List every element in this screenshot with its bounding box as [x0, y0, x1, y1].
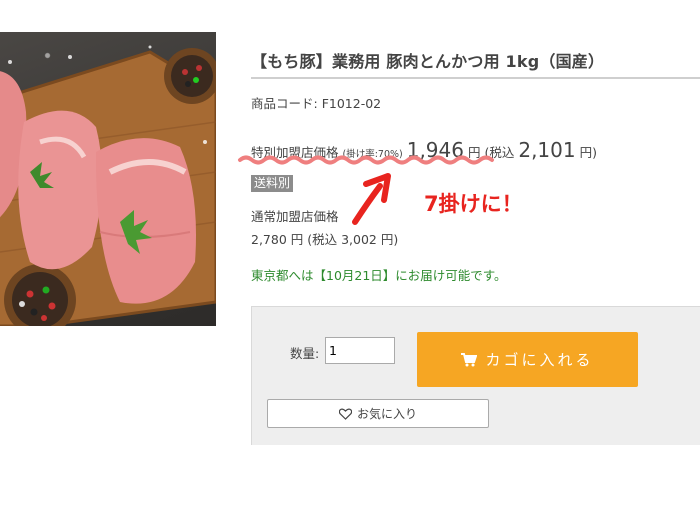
title-divider — [251, 77, 700, 79]
product-title: 【もち豚】業務用 豚肉とんかつ用 1kg（国産） — [251, 52, 605, 71]
special-price-tax-value: 2,101 — [518, 138, 576, 162]
special-price-value: 1,946 — [406, 138, 464, 162]
special-price-row: 特別加盟店価格 (掛け率:70%) 1,946 円 (税込 2,101 円) — [251, 138, 597, 162]
product-code-label: 商品コード: — [251, 96, 322, 111]
cart-icon — [461, 352, 478, 366]
product-code-value: F1012-02 — [321, 96, 382, 111]
wholesale-rate: (掛け率:70%) — [342, 149, 403, 160]
annotation-arrow-shaft — [352, 183, 383, 225]
annotation-text: 7掛けに！ — [424, 192, 523, 216]
product-image — [0, 32, 216, 326]
quantity-label: 数量: — [290, 346, 320, 361]
add-to-cart-label: カゴに入れる — [485, 351, 594, 369]
special-price-tax-open: (税込 — [484, 145, 515, 160]
special-price-tax-close: 円) — [579, 145, 597, 160]
special-price-label: 特別加盟店価格 — [251, 145, 339, 160]
favorite-label: お気に入り — [356, 407, 417, 421]
annotation-arrow-head — [363, 173, 391, 203]
add-to-cart-button[interactable]: カゴに入れる — [417, 332, 638, 387]
regular-price-value: 2,780 円 (税込 3,002 円) — [251, 232, 399, 247]
product-image-art — [0, 45, 216, 326]
delivery-notice: 東京都へは【10月21日】にお届け可能です。 — [251, 268, 507, 283]
quantity-input[interactable] — [325, 337, 395, 364]
product-code: 商品コード: F1012-02 — [251, 93, 381, 112]
regular-price-label: 通常加盟店価格 — [251, 209, 339, 224]
shipping-badge: 送料別 — [251, 175, 294, 192]
favorite-button[interactable]: お気に入り — [267, 399, 489, 428]
heart-icon — [338, 408, 352, 420]
special-price-yen: 円 — [467, 145, 481, 160]
